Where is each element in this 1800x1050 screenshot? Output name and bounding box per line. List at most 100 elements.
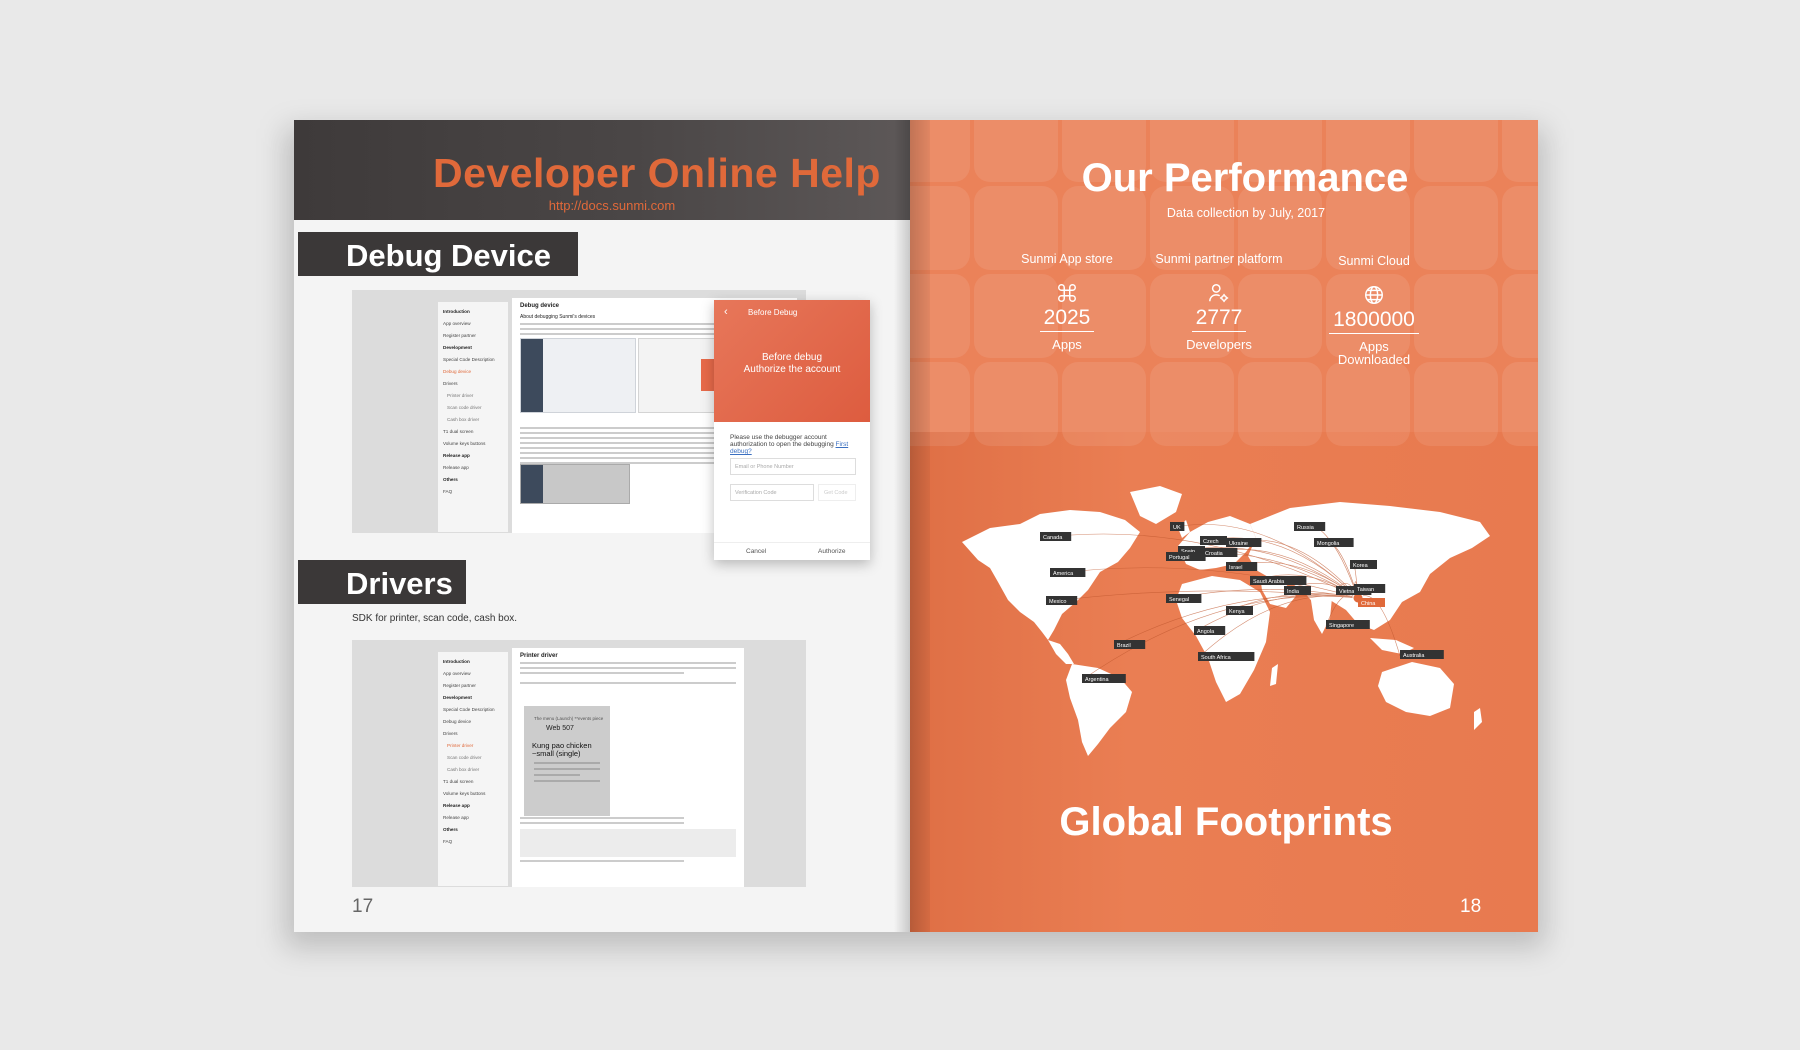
sidebar-item[interactable]: Drivers [443, 381, 508, 386]
svg-text:Brazil: Brazil [1117, 643, 1131, 649]
map-label: Saudi Arabia [1250, 576, 1307, 585]
app-tile [1062, 362, 1146, 446]
continents [962, 486, 1490, 756]
svg-text:Saudi Arabia: Saudi Arabia [1253, 579, 1285, 585]
sidebar-item[interactable]: Release app [443, 815, 508, 820]
email-field[interactable]: Email or Phone Number [730, 458, 856, 475]
stat-cloud: Sunmi Cloud 1800000 Apps Downloaded [1279, 252, 1469, 366]
map-label: Ukraine [1226, 538, 1262, 547]
sidebar-item[interactable]: Cash box driver [447, 767, 508, 772]
dialog-hero-text: Before debug Authorize the account [743, 352, 841, 375]
sidebar-item[interactable]: Drivers [443, 731, 508, 736]
svg-text:Croatia: Croatia [1205, 551, 1224, 557]
performance-subtitle: Data collection by July, 2017 [1166, 206, 1326, 220]
app-tile [974, 362, 1058, 446]
map-label: Australia [1400, 650, 1444, 659]
map-label: Czech [1200, 536, 1227, 545]
map-label: Senegal [1166, 594, 1202, 603]
sidebar-item[interactable]: Introduction [443, 309, 508, 314]
sidebar-item[interactable]: Debug device [443, 719, 508, 724]
map-label: South Africa [1198, 652, 1255, 661]
section-debug-device: Debug Device [298, 232, 578, 276]
doc-sidebar: Introduction App overview Register partner… [438, 652, 508, 886]
code-field[interactable]: Verification Code [730, 484, 814, 501]
receipt-web: Web 507 [546, 725, 574, 732]
docs-url[interactable]: http://docs.sunmi.com [294, 198, 910, 213]
sidebar-item[interactable]: App overview [443, 671, 508, 676]
sidebar-item[interactable]: Special Code Description [443, 707, 508, 712]
sidebar-item[interactable]: Release app [443, 803, 508, 808]
stat-value: 2025 [1039, 306, 1095, 332]
map-label: America [1050, 568, 1086, 577]
svg-text:Korea: Korea [1353, 563, 1369, 569]
map-label: India [1284, 586, 1311, 595]
sidebar-item[interactable]: Development [443, 695, 508, 700]
map-label: Mongolia [1314, 538, 1354, 547]
page-fold [894, 120, 930, 932]
sidebar-item[interactable]: T1 dual screen [443, 429, 508, 434]
sidebar-item[interactable]: App overview [443, 321, 508, 326]
dialog-message: Please use the debugger account authoriz… [730, 434, 849, 455]
sidebar-item[interactable]: Release app [443, 453, 508, 458]
map-label: Singapore [1326, 620, 1370, 629]
sidebar-item[interactable]: FAQ [443, 839, 508, 844]
sidebar-item[interactable]: Cash box driver [447, 417, 508, 422]
page-title: Developer Online Help [433, 150, 881, 196]
app-tile [1414, 362, 1498, 446]
svg-text:Mexico: Mexico [1049, 599, 1066, 605]
doc-heading: Printer driver [520, 653, 558, 659]
app-tile [1238, 362, 1322, 446]
global-footprints-title: Global Footprints [1059, 800, 1393, 844]
stat-value: 1800000 [1329, 308, 1419, 334]
svg-text:Angola: Angola [1197, 629, 1215, 635]
sidebar-item[interactable]: Volume keys buttons [443, 441, 508, 446]
map-label: Angola [1194, 626, 1226, 635]
sidebar-item[interactable]: FAQ [443, 489, 508, 494]
doc-sidebar: Introduction App overview Register partner… [438, 302, 508, 532]
performance-panel: Our Performance Data collection by July,… [910, 120, 1538, 446]
before-debug-dialog: ‹ Before Debug Before debug Authorize th… [714, 300, 870, 560]
svg-text:UK: UK [1173, 525, 1181, 531]
sidebar-item[interactable]: Introduction [443, 659, 508, 664]
receipt-image: The menu (Launch) **events piece Web 507… [524, 706, 610, 816]
stat-unit: Apps Downloaded [1337, 339, 1411, 367]
sidebar-item[interactable]: Others [443, 477, 508, 482]
sidebar-item[interactable]: Release app [443, 465, 508, 470]
authorize-button[interactable]: Authorize [818, 548, 845, 555]
svg-text:Israel: Israel [1229, 565, 1242, 571]
sidebar-item[interactable]: Debug device [443, 369, 508, 374]
sidebar-item[interactable]: Register partner [443, 333, 508, 338]
app-tile [1502, 362, 1538, 446]
sidebar-item[interactable]: Printer driver [447, 393, 508, 398]
sidebar-item[interactable]: Register partner [443, 683, 508, 688]
section-drivers: Drivers [298, 560, 466, 604]
map-label: Argentina [1082, 674, 1126, 683]
sidebar-item[interactable]: Printer driver [447, 743, 508, 748]
sidebar-item[interactable]: Others [443, 827, 508, 832]
performance-title: Our Performance [1081, 156, 1409, 200]
stat-label: Sunmi Cloud [1338, 254, 1410, 268]
svg-text:Singapore: Singapore [1329, 623, 1354, 629]
sidebar-item[interactable]: Scan code driver [447, 405, 508, 410]
doc-screenshot-c [520, 464, 630, 504]
app-tile [1502, 274, 1538, 358]
sidebar-item[interactable]: Scan code driver [447, 755, 508, 760]
svg-text:Canada: Canada [1043, 535, 1063, 541]
map-label: China [1358, 598, 1385, 607]
app-tile [1150, 362, 1234, 446]
svg-text:Czech: Czech [1203, 539, 1219, 545]
svg-text:Russia: Russia [1297, 525, 1315, 531]
drivers-description: SDK for printer, scan code, cash box. [352, 613, 518, 624]
dialog-footer: Cancel Authorize [714, 542, 870, 560]
svg-text:Kenya: Kenya [1229, 609, 1246, 615]
dialog-header: ‹ Before Debug Before debug Authorize th… [714, 300, 870, 422]
back-icon[interactable]: ‹ [724, 306, 728, 318]
cancel-button[interactable]: Cancel [746, 548, 766, 555]
sidebar-item[interactable]: T1 dual screen [443, 779, 508, 784]
sidebar-item[interactable]: Special Code Description [443, 357, 508, 362]
get-code-button[interactable]: Get Code [818, 484, 856, 501]
map-label: Israel [1226, 562, 1258, 571]
sidebar-item[interactable]: Volume keys buttons [443, 791, 508, 796]
svg-text:Portugal: Portugal [1169, 555, 1190, 561]
sidebar-item[interactable]: Development [443, 345, 508, 350]
